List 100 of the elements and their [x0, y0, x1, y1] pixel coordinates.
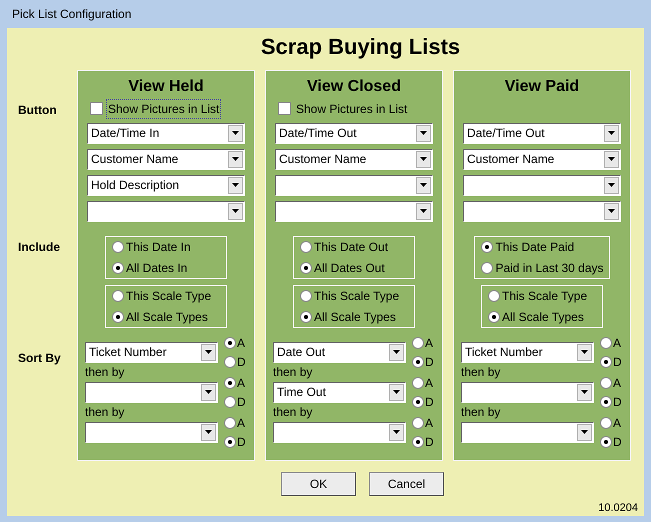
- radio-label[interactable]: A: [425, 416, 434, 430]
- caret-icon: [604, 124, 619, 142]
- radio-label[interactable]: All Scale Types: [126, 308, 208, 326]
- then-by-label: then by: [461, 404, 502, 420]
- dropdown[interactable]: Time Out: [273, 382, 406, 402]
- dropdown[interactable]: [461, 422, 594, 442]
- radio-button[interactable]: [600, 336, 612, 348]
- radio-label[interactable]: This Date Out: [314, 238, 388, 256]
- radio-label[interactable]: A: [237, 336, 246, 350]
- dropdown[interactable]: Date Out: [273, 342, 406, 362]
- radio-button[interactable]: [488, 310, 500, 322]
- dropdown[interactable]: [463, 174, 621, 196]
- checkbox-label[interactable]: Show Pictures in List: [106, 98, 222, 118]
- radio-button[interactable]: [412, 436, 424, 448]
- checkbox[interactable]: [90, 102, 103, 115]
- radio-label[interactable]: A: [237, 416, 246, 430]
- radio-label[interactable]: This Scale Type: [126, 286, 212, 304]
- radio-button[interactable]: [481, 240, 494, 252]
- dialog-button[interactable]: Cancel: [369, 472, 444, 496]
- caret-icon: [228, 150, 243, 168]
- radio-button[interactable]: [481, 262, 494, 274]
- radio-label[interactable]: This Scale Type: [314, 286, 400, 304]
- radio-button[interactable]: [412, 376, 424, 388]
- caret-icon: [416, 176, 431, 194]
- radio-label[interactable]: A: [613, 416, 622, 430]
- radio-button[interactable]: [600, 396, 612, 408]
- radio-button[interactable]: [224, 396, 236, 408]
- radio-label[interactable]: A: [237, 376, 246, 390]
- then-by-label: then by: [85, 404, 126, 420]
- radio-label[interactable]: A: [425, 376, 434, 390]
- radio-label[interactable]: All Scale Types: [502, 308, 584, 326]
- caret-icon: [416, 124, 431, 142]
- radio-label[interactable]: D: [613, 434, 622, 448]
- dropdown[interactable]: Customer Name: [87, 148, 245, 170]
- dropdown[interactable]: [463, 200, 621, 222]
- radio-button[interactable]: [300, 310, 312, 322]
- dialog-button[interactable]: OK: [281, 472, 356, 496]
- radio-label[interactable]: D: [613, 354, 622, 368]
- radio-label[interactable]: D: [613, 394, 622, 408]
- dropdown[interactable]: [85, 382, 218, 402]
- radio-button[interactable]: [224, 436, 236, 448]
- radio-label[interactable]: All Dates Out: [314, 258, 385, 276]
- dropdown[interactable]: [461, 382, 594, 402]
- radio-label[interactable]: A: [425, 336, 434, 350]
- dropdown[interactable]: Date/Time Out: [463, 122, 621, 144]
- caret-icon: [201, 424, 216, 440]
- radio-button[interactable]: [112, 240, 124, 252]
- radio-label[interactable]: Paid in Last 30 days: [495, 258, 604, 276]
- caret-icon: [604, 150, 619, 168]
- radio-button[interactable]: [412, 396, 424, 408]
- dropdown[interactable]: [87, 200, 245, 222]
- radio-button[interactable]: [300, 240, 312, 252]
- radio-button[interactable]: [224, 356, 236, 368]
- dropdown[interactable]: [85, 422, 218, 442]
- radio-button[interactable]: [300, 262, 312, 274]
- dropdown[interactable]: Ticket Number: [85, 342, 218, 362]
- dropdown[interactable]: [273, 422, 406, 442]
- checkbox[interactable]: [278, 102, 291, 115]
- radio-label[interactable]: A: [613, 336, 622, 350]
- radio-label[interactable]: All Dates In: [126, 258, 188, 276]
- radio-button[interactable]: [224, 376, 236, 388]
- dropdown[interactable]: Hold Description: [87, 174, 245, 196]
- radio-label[interactable]: D: [237, 354, 246, 368]
- radio-label[interactable]: D: [425, 394, 434, 408]
- radio-button[interactable]: [412, 416, 424, 428]
- radio-button[interactable]: [112, 310, 124, 322]
- radio-button[interactable]: [224, 336, 236, 348]
- caret-icon: [604, 202, 619, 220]
- radio-button[interactable]: [300, 290, 312, 302]
- radio-button[interactable]: [600, 436, 612, 448]
- dropdown[interactable]: [275, 200, 433, 222]
- caret-icon: [577, 424, 592, 440]
- radio-button[interactable]: [412, 356, 424, 368]
- caret-icon: [389, 384, 404, 400]
- checkbox-label[interactable]: Show Pictures in List: [294, 98, 410, 118]
- radio-label[interactable]: D: [425, 434, 434, 448]
- dropdown[interactable]: [275, 174, 433, 196]
- radio-label[interactable]: This Scale Type: [502, 286, 588, 304]
- radio-label[interactable]: A: [613, 376, 622, 390]
- radio-button[interactable]: [224, 416, 236, 428]
- radio-label[interactable]: D: [425, 354, 434, 368]
- radio-label[interactable]: This Date Paid: [495, 238, 574, 256]
- radio-button[interactable]: [112, 262, 124, 274]
- dropdown[interactable]: Ticket Number: [461, 342, 594, 362]
- caret-icon: [389, 344, 404, 360]
- dropdown[interactable]: Customer Name: [275, 148, 433, 170]
- radio-label[interactable]: D: [237, 394, 246, 408]
- radio-label[interactable]: D: [237, 434, 246, 448]
- dropdown[interactable]: Customer Name: [463, 148, 621, 170]
- dropdown[interactable]: Date/Time In: [87, 122, 245, 144]
- radio-button[interactable]: [600, 376, 612, 388]
- radio-button[interactable]: [600, 356, 612, 368]
- dropdown[interactable]: Date/Time Out: [275, 122, 433, 144]
- radio-label[interactable]: This Date In: [126, 238, 191, 256]
- radio-button[interactable]: [488, 290, 500, 302]
- radio-button[interactable]: [112, 290, 124, 302]
- radio-button[interactable]: [600, 416, 612, 428]
- caret-icon: [228, 176, 243, 194]
- radio-button[interactable]: [412, 336, 424, 348]
- radio-label[interactable]: All Scale Types: [314, 308, 396, 326]
